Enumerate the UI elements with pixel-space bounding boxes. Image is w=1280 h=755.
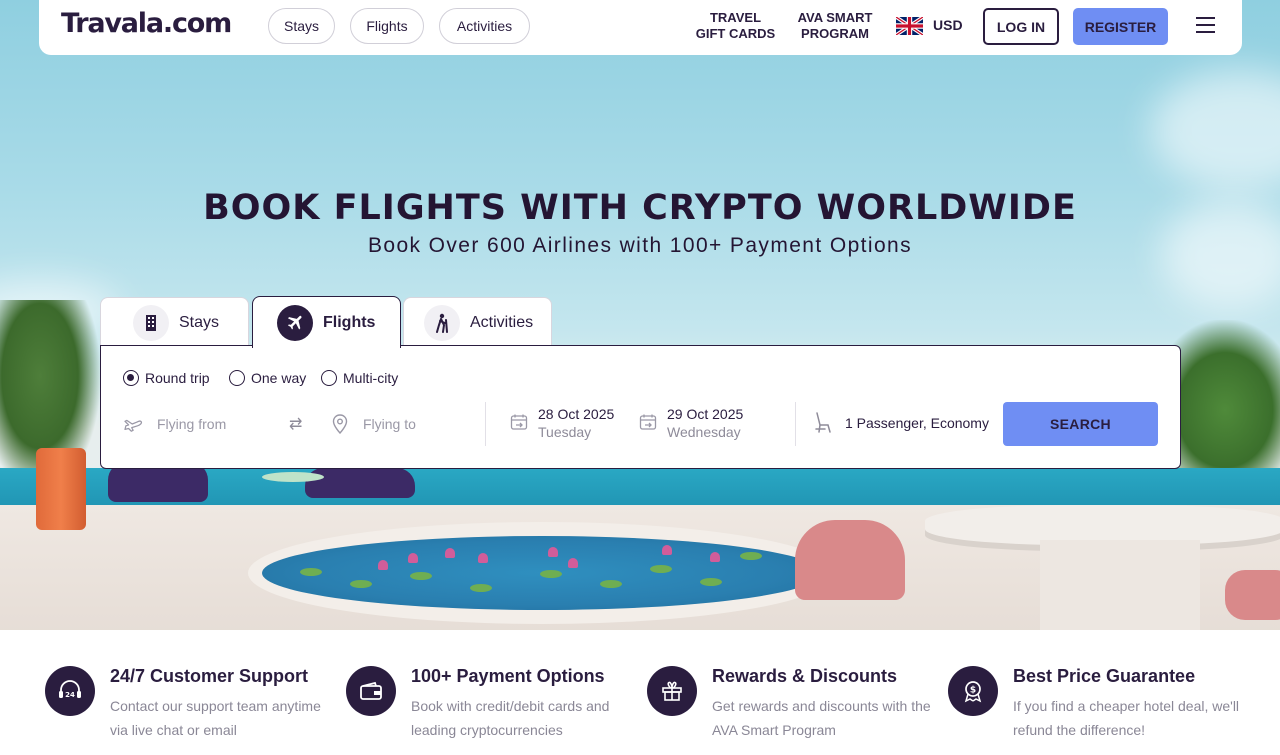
hero-title: BOOK FLIGHTS WITH CRYPTO WORLDWIDE <box>203 188 1077 228</box>
feature-title: Best Price Guarantee <box>1013 666 1196 686</box>
feature-desc: Contact our support team anytime via liv… <box>110 698 321 738</box>
seat-icon <box>813 412 835 434</box>
flight-search-panel: Round trip One way Multi-city Flying fro… <box>100 345 1181 469</box>
travel-gift-cards-line2: GIFT CARDS <box>695 26 776 41</box>
feature-title: 100+ Payment Options <box>411 666 605 686</box>
radio-multi-city-label: Multi-city <box>343 370 399 386</box>
pink-chair <box>795 520 905 600</box>
depart-date-field[interactable]: 28 Oct 2025 Tuesday <box>510 405 614 441</box>
feature-desc: Book with credit/debit cards and leading… <box>411 698 610 738</box>
divider <box>485 402 486 446</box>
swap-arrows-icon[interactable]: ⇄ <box>289 414 302 434</box>
radio-one-way[interactable]: One way <box>229 370 306 386</box>
radio-multi-city-dot[interactable] <box>321 370 337 386</box>
radio-multi-city[interactable]: Multi-city <box>321 370 398 386</box>
flying-from-placeholder: Flying from <box>157 416 227 432</box>
passengers-selector[interactable]: 1 Passenger, Economy <box>813 412 989 434</box>
uk-flag-icon[interactable] <box>896 17 923 35</box>
search-button[interactable]: SEARCH <box>1003 402 1158 446</box>
feature-desc: Get rewards and discounts with the AVA S… <box>712 698 931 738</box>
tab-activities-label: Activities <box>470 313 534 331</box>
register-button[interactable]: REGISTER <box>1073 8 1168 45</box>
feature-desc: If you find a cheaper hotel deal, we'll … <box>1013 698 1240 738</box>
plane-takeoff-icon <box>123 413 145 435</box>
divider <box>795 402 796 446</box>
ava-smart-program-link[interactable]: AVA SMART PROGRAM <box>789 10 881 42</box>
tab-stays-label: Stays <box>179 313 220 331</box>
login-button[interactable]: LOG IN <box>983 8 1059 45</box>
travala-logo[interactable]: Travala.com <box>61 8 232 39</box>
tab-flights-label: Flights <box>323 313 376 331</box>
building-icon <box>133 304 169 341</box>
tab-activities[interactable]: Activities <box>403 297 552 347</box>
travel-gift-cards-line1: TRAVEL <box>709 10 762 25</box>
travel-gift-cards-link[interactable]: TRAVEL GIFT CARDS <box>688 10 783 42</box>
calendar-icon <box>639 413 659 433</box>
price-badge-icon: $ <box>948 666 998 716</box>
airplane-icon <box>277 304 313 341</box>
nav-pill-flights[interactable]: Flights <box>350 8 424 44</box>
svg-text:24: 24 <box>65 691 75 699</box>
depart-date: 28 Oct 2025 <box>538 406 615 422</box>
return-day: Wednesday <box>667 424 741 440</box>
radio-one-way-label: One way <box>251 370 307 386</box>
flying-to-placeholder: Flying to <box>363 416 416 432</box>
radio-one-way-dot[interactable] <box>229 370 245 386</box>
feature-title: Rewards & Discounts <box>712 666 898 686</box>
flying-to-input[interactable]: Flying to <box>329 402 479 446</box>
radio-round-trip-dot[interactable] <box>123 370 139 386</box>
headset-24-icon: 24 <box>45 666 95 716</box>
wallet-icon <box>346 666 396 716</box>
nav-pill-stays[interactable]: Stays <box>268 8 335 44</box>
nav-pill-activities[interactable]: Activities <box>439 8 530 44</box>
tab-flights[interactable]: Flights <box>252 296 401 348</box>
radio-round-trip[interactable]: Round trip <box>123 370 210 386</box>
round-table <box>925 505 1280 545</box>
top-navbar: Travala.com Stays Flights Activities TRA… <box>39 0 1242 55</box>
hiker-icon <box>424 304 460 341</box>
hero-subtitle: Book Over 600 Airlines with 100+ Payment… <box>367 234 913 257</box>
radio-round-trip-label: Round trip <box>145 370 210 386</box>
feature-title: 24/7 Customer Support <box>110 666 309 686</box>
flying-from-input[interactable]: Flying from <box>123 402 273 446</box>
ava-smart-program-line2: PROGRAM <box>801 26 869 41</box>
calendar-icon <box>510 413 530 433</box>
currency-selector[interactable]: USD <box>933 17 963 33</box>
tab-stays[interactable]: Stays <box>100 297 249 347</box>
suitcase <box>36 448 86 530</box>
ava-smart-program-line1: AVA SMART <box>797 10 873 25</box>
hamburger-menu-icon[interactable] <box>1196 17 1215 34</box>
location-pin-icon <box>329 413 351 435</box>
features-strip: 24 24/7 Customer Support Contact our sup… <box>0 630 1280 755</box>
return-date-field[interactable]: 29 Oct 2025 Wednesday <box>639 405 743 441</box>
gift-icon <box>647 666 697 716</box>
svg-text:$: $ <box>970 686 976 696</box>
depart-day: Tuesday <box>538 424 592 440</box>
return-date: 29 Oct 2025 <box>667 406 744 422</box>
passengers-label: 1 Passenger, Economy <box>845 415 989 431</box>
